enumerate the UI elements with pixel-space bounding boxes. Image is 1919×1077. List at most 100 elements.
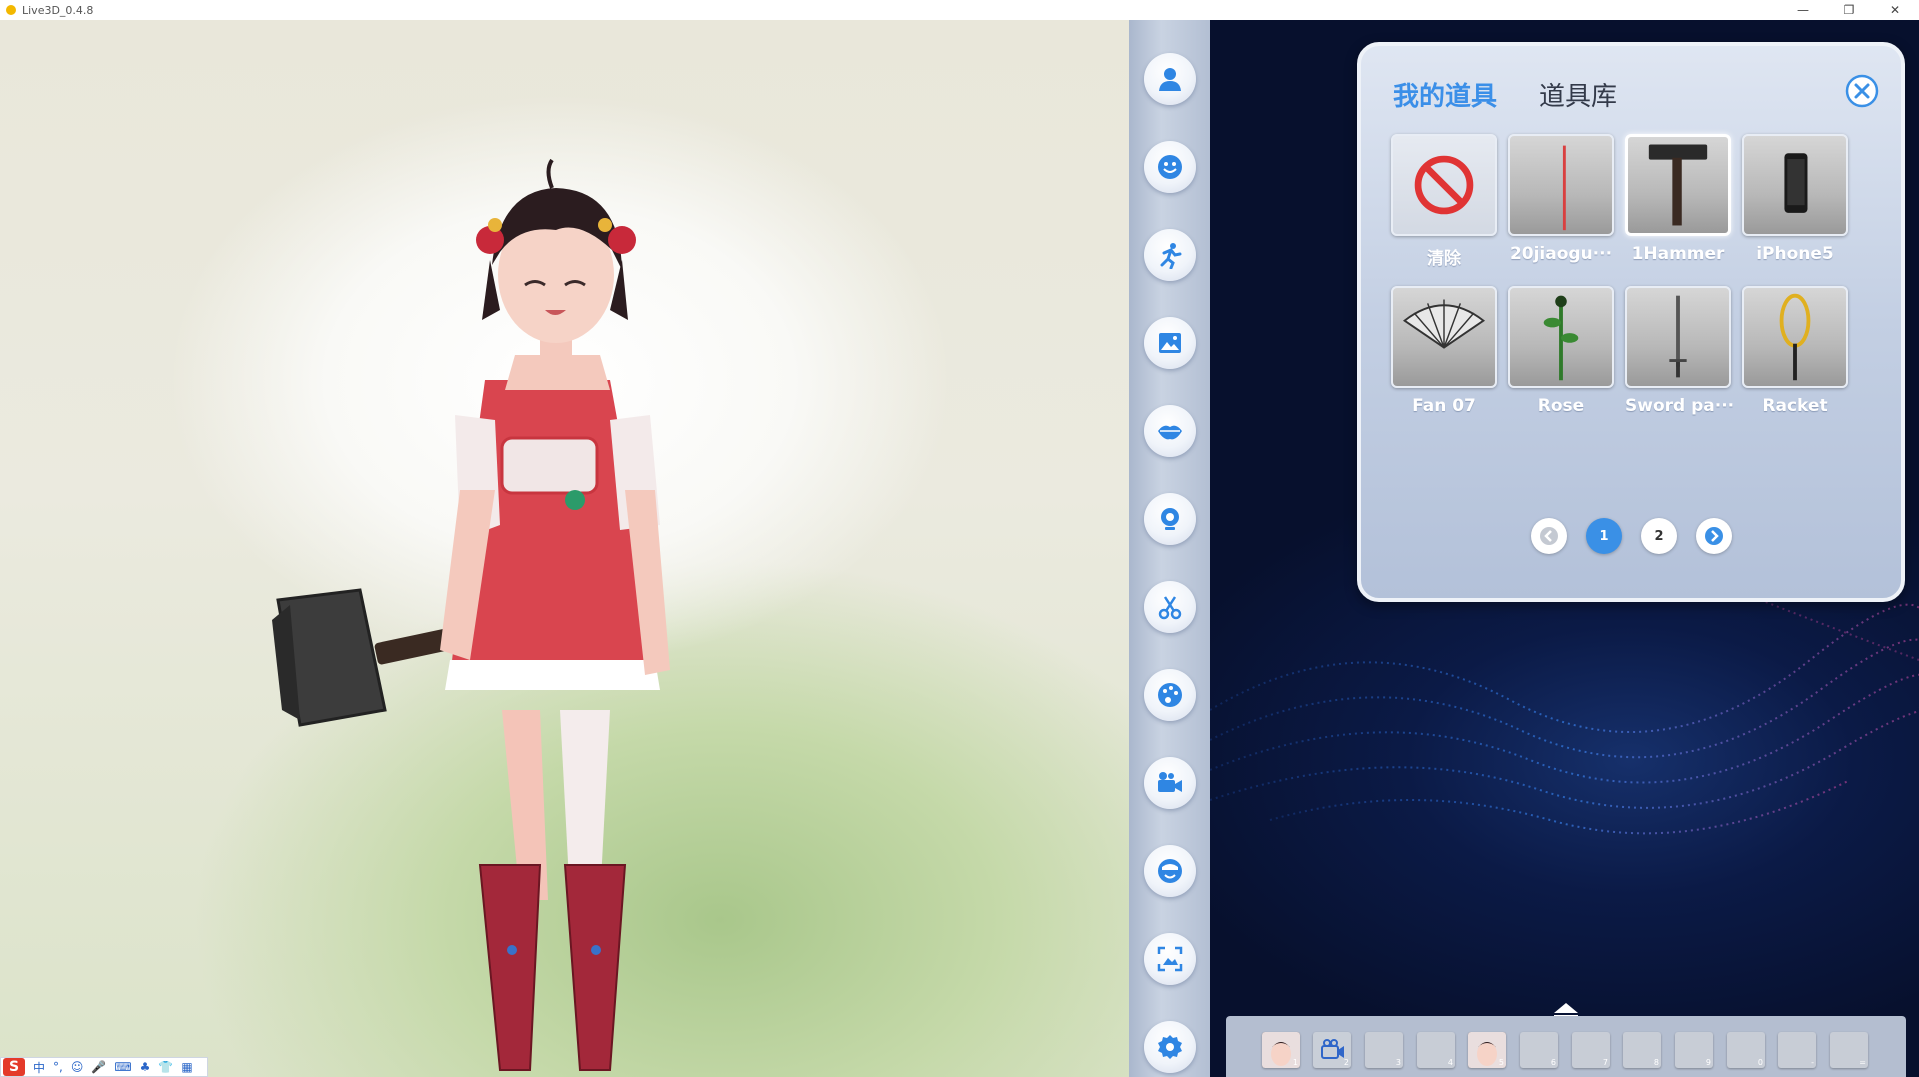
webcam-icon (1161, 508, 1179, 530)
scene-slot-minus[interactable]: - (1778, 1032, 1816, 1068)
phone-thumbnail (1784, 153, 1808, 213)
lip-sync-button[interactable] (1144, 405, 1196, 457)
ime-emoji-icon[interactable]: ☺ (71, 1060, 84, 1074)
tab-prop-library[interactable]: 道具库 (1539, 76, 1617, 113)
prop-thumbnail (1742, 286, 1848, 388)
prev-page-button[interactable] (1531, 518, 1567, 554)
character-button[interactable] (1144, 53, 1196, 105)
slot-number: - (1811, 1058, 1814, 1067)
effects-button[interactable] (1144, 669, 1196, 721)
app-icon (6, 5, 16, 15)
prop-thumbnail (1508, 134, 1614, 236)
scene-slot-9[interactable]: 9 (1675, 1032, 1713, 1068)
chevron-left-icon (1540, 527, 1558, 545)
prop-item-rose[interactable]: Rose (1508, 286, 1614, 416)
slot-number: 5 (1498, 1058, 1504, 1067)
ime-mic-icon[interactable]: 🎤 (91, 1060, 106, 1074)
ime-toolbar: S 中 °, ☺ 🎤 ⌨ ♣ 👕 ▦ (0, 1057, 208, 1077)
video-camera-icon (1158, 772, 1182, 792)
racket-thumbnail (1779, 293, 1811, 381)
hammer-thumbnail (1648, 144, 1708, 226)
props-panel: 我的道具 道具库 清除 20jiaogu··· 1Hammer iPhone5 … (1357, 42, 1905, 602)
scene-slot-3[interactable]: 3 (1365, 1032, 1403, 1068)
slot-number: 0 (1757, 1058, 1763, 1067)
webcam-button[interactable] (1144, 493, 1196, 545)
rose-thumbnail (1543, 295, 1579, 381)
slot-number: 3 (1395, 1058, 1401, 1067)
slot-number: 4 (1447, 1058, 1453, 1067)
prop-label: 清除 (1427, 249, 1461, 269)
screenshot-button[interactable] (1144, 933, 1196, 985)
prop-item-1hammer[interactable]: 1Hammer (1625, 134, 1731, 264)
page-button-1[interactable]: 1 (1586, 518, 1622, 554)
scene-slot-equals[interactable]: = (1830, 1032, 1868, 1068)
slot-number: = (1859, 1058, 1866, 1067)
page-button-2[interactable]: 2 (1641, 518, 1677, 554)
camera-button[interactable] (1144, 757, 1196, 809)
sword-thumbnail (1669, 295, 1687, 378)
minimize-button[interactable]: — (1780, 0, 1826, 20)
slot-number: 7 (1602, 1058, 1608, 1067)
slot-number: 6 (1550, 1058, 1556, 1067)
scene-slot-0[interactable]: 0 (1727, 1032, 1765, 1068)
scene-slot-4[interactable]: 4 (1417, 1032, 1455, 1068)
scene-slot-8[interactable]: 8 (1623, 1032, 1661, 1068)
motion-button[interactable] (1144, 229, 1196, 281)
prop-label: 20jiaogu··· (1509, 244, 1613, 264)
slot-number: 1 (1292, 1058, 1298, 1067)
prop-label: Racket (1762, 396, 1828, 416)
prop-label: 1Hammer (1631, 244, 1725, 264)
prop-thumbnail (1391, 286, 1497, 388)
slot-number: 9 (1705, 1058, 1711, 1067)
ime-keyboard-icon[interactable]: ⌨ (114, 1060, 131, 1074)
ime-logo-icon[interactable]: S (3, 1058, 25, 1076)
prop-label: Rose (1537, 396, 1585, 416)
side-toolbar (1129, 20, 1210, 1077)
ime-user-icon[interactable]: ♣ (140, 1060, 151, 1074)
chevron-right-icon (1705, 527, 1723, 545)
background-button[interactable] (1144, 317, 1196, 369)
title-bar: Live3D_0.4.8 — ❐ ✕ (0, 0, 1919, 20)
ime-menu-icon[interactable]: ▦ (181, 1060, 192, 1074)
palette-icon (1158, 683, 1182, 707)
scene-slot-2[interactable]: 2 (1313, 1032, 1351, 1068)
prop-label: Sword pa··· (1625, 396, 1735, 416)
prop-thumbnail (1391, 134, 1497, 236)
scene-slot-7[interactable]: 7 (1572, 1032, 1610, 1068)
stick-thumbnail (1562, 145, 1566, 231)
face-icon (1158, 155, 1182, 179)
scene-viewport[interactable] (0, 20, 1129, 1077)
scene-slot-5[interactable]: 5 (1468, 1032, 1506, 1068)
prop-item-clear[interactable]: 清除 (1391, 134, 1497, 269)
character-scene (272, 158, 670, 1071)
prop-item-sword[interactable]: Sword pa··· (1625, 286, 1735, 416)
ime-skin-icon[interactable]: 👕 (158, 1060, 173, 1074)
settings-button[interactable] (1144, 1021, 1196, 1073)
image-icon (1159, 333, 1181, 353)
lips-icon (1158, 425, 1182, 440)
scene-slot-1[interactable]: 1 (1262, 1032, 1300, 1068)
prop-item-racket[interactable]: Racket (1742, 286, 1848, 416)
tab-my-props[interactable]: 我的道具 (1393, 76, 1497, 113)
expression-button[interactable] (1144, 141, 1196, 193)
ime-punct-icon[interactable]: °, (53, 1060, 63, 1074)
prop-thumbnail (1625, 286, 1731, 388)
prop-label: Fan 07 (1412, 396, 1476, 416)
restore-button[interactable]: ❐ (1826, 0, 1872, 20)
prop-item-iphone5[interactable]: iPhone5 (1742, 134, 1848, 264)
avatar-icon (1158, 859, 1182, 883)
prop-label: iPhone5 (1756, 244, 1834, 264)
ime-mode-toggle[interactable]: 中 (33, 1059, 45, 1076)
running-icon (1160, 243, 1182, 269)
fan-thumbnail (1402, 299, 1486, 349)
close-window-button[interactable]: ✕ (1872, 0, 1918, 20)
prop-item-fan07[interactable]: Fan 07 (1391, 286, 1497, 416)
slot-number: 8 (1653, 1058, 1659, 1067)
next-page-button[interactable] (1696, 518, 1732, 554)
avatar-face-button[interactable] (1144, 845, 1196, 897)
prop-item-20jiaogu[interactable]: 20jiaogu··· (1508, 134, 1614, 264)
props-button[interactable] (1144, 581, 1196, 633)
capture-icon (1157, 946, 1183, 972)
scene-slot-6[interactable]: 6 (1520, 1032, 1558, 1068)
close-panel-button[interactable] (1845, 74, 1879, 108)
